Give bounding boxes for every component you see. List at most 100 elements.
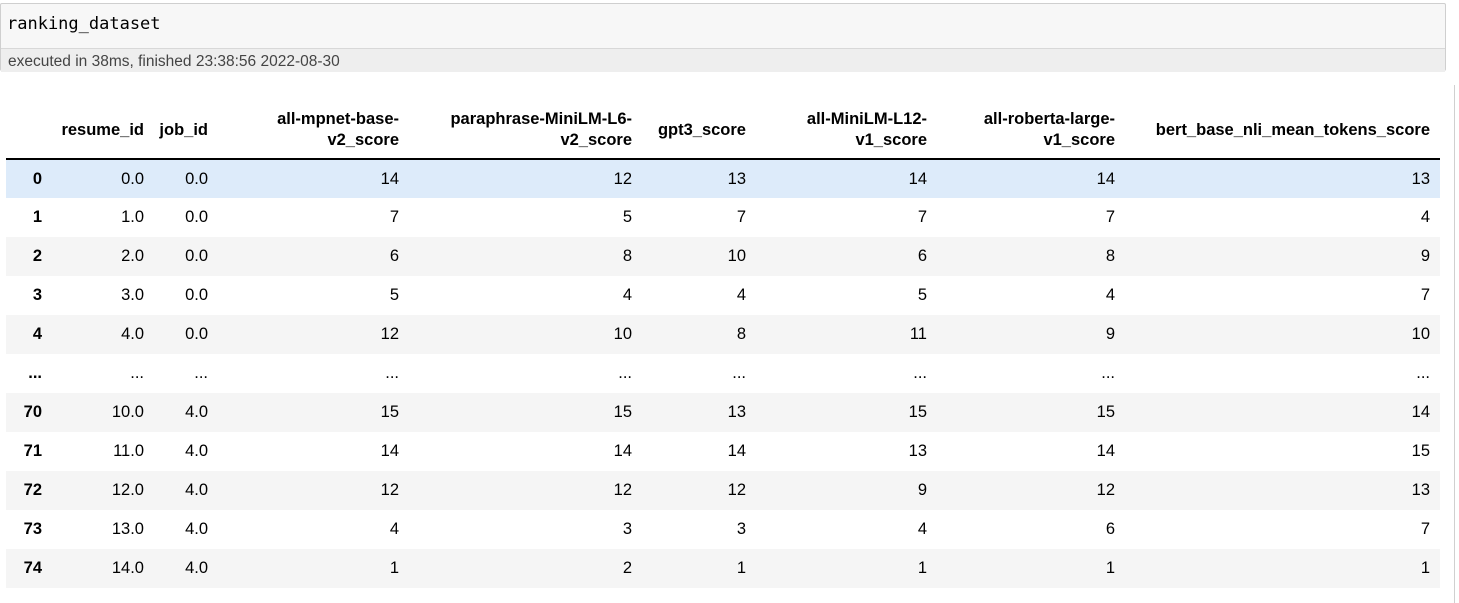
row-index: 2 <box>32 247 42 265</box>
table-cell: ... <box>1101 364 1115 382</box>
table-row: 0 0.0 0.0 14 12 13 14 14 13 <box>6 159 1440 198</box>
table-cell: 0.0 <box>185 169 208 188</box>
code-editor[interactable]: ranking_dataset <box>1 4 1445 47</box>
table-cell: 11 <box>909 325 927 343</box>
table-cell: 12 <box>1096 481 1115 499</box>
table-row: 72 12.0 4.0 12 12 12 9 12 13 <box>6 471 1440 510</box>
table-cell: 4 <box>1105 286 1115 304</box>
table-cell: 6 <box>389 247 399 265</box>
table-cell: 14 <box>908 169 927 188</box>
table-row: 4 4.0 0.0 12 10 8 11 9 10 <box>6 315 1440 354</box>
column-header: all-roberta-large- v1_score <box>937 102 1125 160</box>
row-index: 4 <box>32 325 42 343</box>
table-cell: 10 <box>1411 325 1430 343</box>
table-cell: 14 <box>727 442 746 460</box>
table-row: ........................... <box>6 354 1440 393</box>
table-cell: 0.0 <box>185 208 208 226</box>
table-cell: 7 <box>1420 286 1430 304</box>
table-cell: 3 <box>622 520 632 538</box>
table-cell: 12 <box>727 481 746 499</box>
table-cell: 2 <box>622 559 632 577</box>
table-row: 71 11.0 4.0 14 14 14 13 14 15 <box>6 432 1440 471</box>
table-row: 70 10.0 4.0 15 15 13 15 15 14 <box>6 393 1440 432</box>
table-cell: 14 <box>380 442 399 460</box>
execution-info: executed in 38ms, finished 23:38:56 2022… <box>1 48 1445 72</box>
table-cell: 15 <box>908 403 927 421</box>
table-cell: 4.0 <box>185 520 208 538</box>
table-cell: 12 <box>380 481 399 499</box>
index-header <box>6 102 52 160</box>
table-cell: 4.0 <box>185 481 208 499</box>
table-cell: 7 <box>1420 520 1430 538</box>
table-cell: 3.0 <box>121 286 144 304</box>
table-cell: 4 <box>917 520 927 538</box>
table-cell: 11.0 <box>113 442 144 460</box>
code-cell[interactable]: ranking_dataset executed in 38ms, finish… <box>0 3 1446 72</box>
column-header: resume_id <box>52 102 154 160</box>
table-cell: 1 <box>736 559 746 577</box>
row-index: 74 <box>23 559 42 577</box>
column-header: job_id <box>154 102 218 160</box>
table-cell: 8 <box>622 247 632 265</box>
table-cell: 0.0 <box>185 325 208 343</box>
table-cell: 8 <box>1105 247 1115 265</box>
table-cell: 12 <box>380 325 399 343</box>
table-cell: 1.0 <box>121 208 144 226</box>
table-cell: 13.0 <box>111 520 144 538</box>
table-cell: 6 <box>917 247 927 265</box>
table-cell: 9 <box>917 481 927 499</box>
table-cell: 12 <box>613 481 632 499</box>
cell-output: resume_id job_id all-mpnet-base- v2_score p… <box>6 102 1440 588</box>
table-row: 74 14.0 4.0 1 2 1 1 1 1 <box>6 549 1440 588</box>
row-index: 70 <box>23 403 42 421</box>
table-cell: ... <box>618 364 632 382</box>
table-cell: 4 <box>389 520 399 538</box>
table-cell: 5 <box>917 286 927 304</box>
table-cell: 14 <box>1096 169 1115 188</box>
table-cell: 13 <box>1411 481 1430 499</box>
table-cell: 14 <box>1096 442 1115 460</box>
table-row: 2 2.0 0.0 6 8 10 6 8 9 <box>6 237 1440 276</box>
table-cell: ... <box>732 364 746 382</box>
column-header: bert_base_nli_mean_tokens_score <box>1125 102 1440 160</box>
table-cell: 3 <box>736 520 746 538</box>
table-cell: 4.0 <box>185 442 208 460</box>
table-cell: 15 <box>613 403 632 421</box>
table-cell: 10.0 <box>111 403 144 421</box>
table-cell: 4.0 <box>121 325 144 343</box>
table-cell: 15 <box>380 403 399 421</box>
table-cell: 5 <box>389 286 399 304</box>
row-index: 1 <box>32 208 42 226</box>
table-cell: 15 <box>1411 442 1430 460</box>
table-row: 1 1.0 0.0 7 5 7 7 7 4 <box>6 198 1440 237</box>
table-cell: 4 <box>736 286 746 304</box>
table-body: 0 0.0 0.0 14 12 13 14 14 13 1 1.0 0.0 7 5 7 7 7 4 2 2.0 0.0 6… <box>6 159 1440 588</box>
table-header-row: resume_id job_id all-mpnet-base- v2_score p… <box>6 102 1440 160</box>
table-cell: 15 <box>1096 403 1115 421</box>
table-cell: 14 <box>1411 403 1430 421</box>
table-cell: 0.0 <box>185 286 208 304</box>
table-cell: ... <box>1416 364 1430 382</box>
table-cell: 12 <box>613 169 632 188</box>
table-cell: 4.0 <box>185 403 208 421</box>
table-cell: 1 <box>917 559 927 577</box>
table-cell: 12.0 <box>111 481 144 499</box>
column-header: paraphrase-MiniLM-L6- v2_score <box>409 102 642 160</box>
table-row: 3 3.0 0.0 5 4 4 5 4 7 <box>6 276 1440 315</box>
table-cell: ... <box>194 364 208 382</box>
table-cell: 5 <box>622 208 632 226</box>
table-cell: 7 <box>1105 208 1115 226</box>
table-cell: 4 <box>1420 208 1430 226</box>
table-cell: 7 <box>736 208 746 226</box>
table-cell: 0.0 <box>185 247 208 265</box>
table-cell: 9 <box>1105 325 1115 343</box>
column-header: all-MiniLM-L12- v1_score <box>756 102 937 160</box>
table-cell: 13 <box>727 169 746 188</box>
table-cell: 14 <box>380 169 399 188</box>
table-cell: 9 <box>1420 247 1430 265</box>
table-cell: ... <box>130 364 144 382</box>
table-cell: 8 <box>736 325 746 343</box>
row-index: 3 <box>32 286 42 304</box>
output-scroll-edge <box>1454 85 1455 603</box>
table-cell: ... <box>385 364 399 382</box>
